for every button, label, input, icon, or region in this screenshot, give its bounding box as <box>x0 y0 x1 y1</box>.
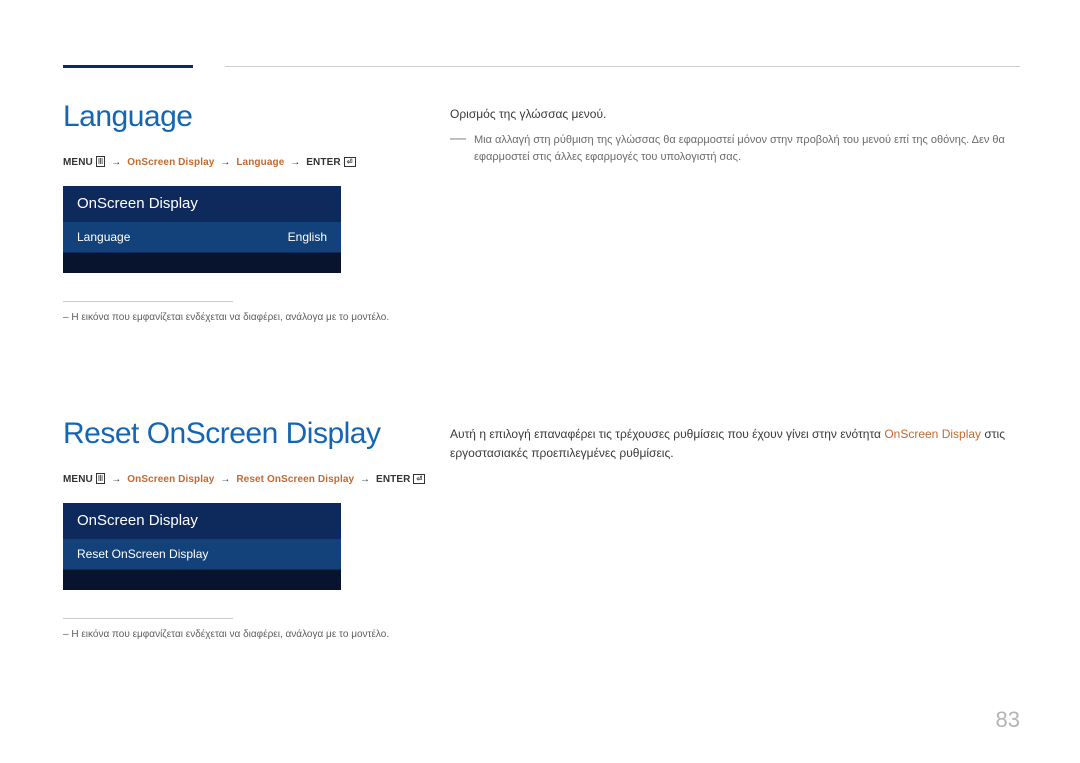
breadcrumb-step: Language <box>236 157 284 168</box>
osd-row-empty <box>63 569 341 590</box>
arrow-icon: → <box>287 157 303 168</box>
divider <box>63 618 233 619</box>
tip-text: Μια αλλαγή στη ρύθμιση της γλώσσας θα εφ… <box>474 132 1020 166</box>
breadcrumb-step: Reset OnScreen Display <box>236 474 354 485</box>
osd-row-value: English <box>288 230 327 244</box>
osd-panel-header: OnScreen Display <box>63 503 341 538</box>
osd-panel-header: OnScreen Display <box>63 186 341 221</box>
breadcrumb-menu: MENU <box>63 474 93 485</box>
osd-row-language[interactable]: Language English <box>63 221 341 252</box>
breadcrumb-step: OnScreen Display <box>127 157 214 168</box>
enter-icon: ⏎ <box>413 474 425 484</box>
section-language: Language MENU Ⅲ → OnScreen Display → Lan… <box>63 100 389 323</box>
osd-row-label: Language <box>77 230 130 244</box>
breadcrumb-enter: ENTER <box>306 157 340 168</box>
breadcrumb-reset: MENU Ⅲ → OnScreen Display → Reset OnScre… <box>63 473 425 485</box>
description-language: Ορισμός της γλώσσας μενού. ― Μια αλλαγή … <box>450 105 1020 166</box>
arrow-icon: → <box>108 157 124 168</box>
osd-row-reset[interactable]: Reset OnScreen Display <box>63 538 341 569</box>
enter-icon: ⏎ <box>344 157 356 167</box>
osd-panel-reset: OnScreen Display Reset OnScreen Display <box>63 503 341 590</box>
osd-panel-language: OnScreen Display Language English <box>63 186 341 273</box>
breadcrumb-step: OnScreen Display <box>127 474 214 485</box>
breadcrumb-menu: MENU <box>63 157 93 168</box>
divider <box>63 301 233 302</box>
menu-icon: Ⅲ <box>96 156 106 167</box>
description-highlight: OnScreen Display <box>884 427 981 441</box>
tip-dash-icon: ― <box>450 131 466 147</box>
arrow-icon: → <box>217 474 233 485</box>
breadcrumb-enter: ENTER <box>376 474 410 485</box>
section-title-reset: Reset OnScreen Display <box>63 417 425 451</box>
section-title-language: Language <box>63 100 389 134</box>
header-accent-bar <box>63 65 193 68</box>
footnote-reset: – Η εικόνα που εμφανίζεται ενδέχεται να … <box>63 629 425 640</box>
tip-row: ― Μια αλλαγή στη ρύθμιση της γλώσσας θα … <box>450 132 1020 166</box>
menu-icon: Ⅲ <box>96 473 106 484</box>
arrow-icon: → <box>108 474 124 485</box>
arrow-icon: → <box>217 157 233 168</box>
breadcrumb-language: MENU Ⅲ → OnScreen Display → Language → E… <box>63 156 389 168</box>
arrow-icon: → <box>357 474 373 485</box>
description-reset: Αυτή η επιλογή επαναφέρει τις τρέχουσες … <box>450 425 1020 463</box>
header-rule <box>225 66 1020 67</box>
osd-row-empty <box>63 252 341 273</box>
section-reset-osd: Reset OnScreen Display MENU Ⅲ → OnScreen… <box>63 417 425 640</box>
description-pre: Αυτή η επιλογή επαναφέρει τις τρέχουσες … <box>450 427 884 441</box>
page-number: 83 <box>996 707 1020 733</box>
description-text: Ορισμός της γλώσσας μενού. <box>450 105 1020 124</box>
footnote-language: – Η εικόνα που εμφανίζεται ενδέχεται να … <box>63 312 389 323</box>
osd-row-label: Reset OnScreen Display <box>77 547 208 561</box>
